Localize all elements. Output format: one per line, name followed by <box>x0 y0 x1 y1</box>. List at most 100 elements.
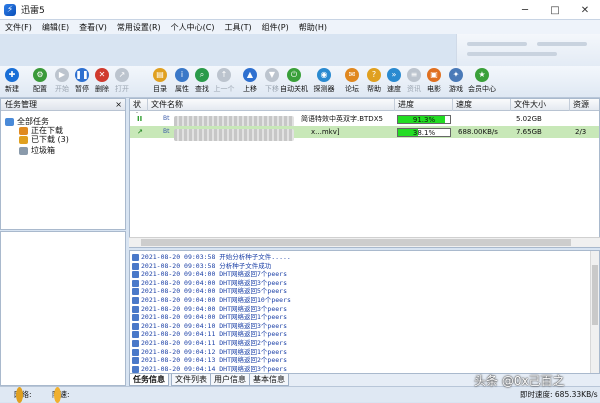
menu-bar: 文件(F) 编辑(E) 查看(V) 常用设置(R) 个人中心(C) 工具(T) … <box>0 20 600 34</box>
task-speed: 688.00KB/s <box>458 128 498 136</box>
new-task-icon: ✚ <box>5 68 19 82</box>
up-icon: ↑ <box>217 68 231 82</box>
log-info-icon <box>132 322 139 330</box>
task-size: 5.02GB <box>516 115 542 123</box>
progress-text: 38.1% <box>412 129 436 137</box>
toolbar-button-label: 新建 <box>5 85 19 93</box>
move-up-icon: ▲ <box>243 68 257 82</box>
log-info-icon <box>132 340 139 347</box>
tab-1[interactable]: 文件列表 <box>171 374 211 386</box>
menu-view[interactable]: 查看(V) <box>74 22 112 33</box>
column-header-4[interactable]: 文件大小 <box>511 99 570 111</box>
column-header-5[interactable]: 资源 <box>570 99 599 111</box>
task-panel-header: 任务管理 × <box>1 99 125 111</box>
toolbar-button-6[interactable]: ▤ 目录 <box>150 68 170 94</box>
tab-2[interactable]: 用户信息 <box>210 374 250 386</box>
log-info-icon <box>132 297 139 304</box>
toolbar-button-label: 探测器 <box>313 85 335 93</box>
toolbar-button-5[interactable]: ↗ 打开 <box>112 68 132 94</box>
maximize-icon: □ <box>550 4 560 16</box>
progress-bar: 91.3% <box>397 115 451 124</box>
menu-edit[interactable]: 编辑(E) <box>37 22 74 33</box>
trash-icon <box>19 146 28 155</box>
start-icon: ▶ <box>55 68 69 82</box>
task-speed <box>455 113 511 125</box>
game-icon: ✦ <box>449 68 463 82</box>
config-icon: ⚙ <box>33 68 47 82</box>
all-tasks-icon <box>5 117 14 126</box>
minimize-button[interactable]: ─ <box>510 0 540 20</box>
pause-icon: ❚❚ <box>75 68 89 82</box>
forum-icon: ✉ <box>345 68 359 82</box>
menu-plugins[interactable]: 组件(P) <box>257 22 294 33</box>
open-icon: ↗ <box>115 68 129 82</box>
toolbar-button-20[interactable]: ★ 会员中心 <box>468 68 496 94</box>
toolbar-button-12[interactable]: ⏻ 自动关机 <box>280 68 308 94</box>
detector-icon: ◉ <box>317 68 331 82</box>
instant-speed: 即时速度: 685.33KB/s <box>520 390 598 399</box>
toolbar-button-18[interactable]: ▣ 电影 <box>424 68 444 94</box>
toolbar-button-11[interactable]: ▼ 下移 <box>262 68 282 94</box>
task-panel-close-button[interactable]: × <box>115 99 122 111</box>
maximize-button[interactable]: □ <box>540 0 570 20</box>
log-info-icon <box>132 254 139 261</box>
toolbar-button-19[interactable]: ✦ 游戏 <box>446 68 466 94</box>
task-row[interactable]: ↗ Bt x...mkv] 38.1% 688.00KB/s 7.65GB 2/3 <box>130 126 599 141</box>
search-icon: ⌕ <box>195 68 209 82</box>
shutdown-icon: ⏻ <box>287 68 301 82</box>
log-info-icon <box>132 348 139 356</box>
log-text: 2021-08-20 09:04:14 DHT网络返回3个peers <box>141 364 287 373</box>
thunder-logo-icon: ⚡ <box>4 3 16 16</box>
toolbar-button-8[interactable]: ⌕ 查找 <box>192 68 212 94</box>
task-list-header: 状态文件名称进度速度文件大小资源 <box>130 99 599 121</box>
tree-item-3[interactable]: 垃圾箱 <box>19 145 55 156</box>
log-info-icon <box>132 305 139 313</box>
menu-settings[interactable]: 常用设置(R) <box>112 22 166 33</box>
column-header-3[interactable]: 速度 <box>453 99 511 111</box>
toolbar-button-9[interactable]: ↑ 上一个 <box>214 68 235 94</box>
toolbar-button-label: 游戏 <box>449 85 463 93</box>
log-info-icon <box>132 271 139 279</box>
column-header-2[interactable]: 进度 <box>395 99 453 111</box>
toolbar-button-0[interactable]: ✚ 新建 <box>2 68 22 94</box>
toolbar-button-label: 自动关机 <box>280 85 308 93</box>
toolbar-button-14[interactable]: ✉ 论坛 <box>342 68 362 94</box>
watermark: 头条 @0x己百之 <box>474 374 565 388</box>
info-panel <box>0 231 126 386</box>
progress-bar: 38.1% <box>397 128 451 137</box>
toolbar-button-13[interactable]: ◉ 探测器 <box>314 68 335 94</box>
toolbar-button-1[interactable]: ⚙ 配置 <box>30 68 50 94</box>
column-header-1[interactable]: 文件名称 <box>148 99 395 111</box>
tab-0[interactable]: 任务信息 <box>129 374 169 386</box>
log-scrollbar[interactable] <box>590 251 599 373</box>
ad-banner[interactable] <box>456 34 600 66</box>
delete-icon: ✕ <box>95 68 109 82</box>
menu-file[interactable]: 文件(F) <box>0 22 37 33</box>
log-info-icon <box>132 288 139 296</box>
column-header-0[interactable]: 状态 <box>130 99 148 121</box>
filename-redacted <box>174 129 294 141</box>
task-size: 7.65GB <box>516 128 542 136</box>
menu-personal[interactable]: 个人中心(C) <box>166 22 220 33</box>
folder-icon: ▤ <box>153 68 167 82</box>
task-resources: 2/3 <box>575 128 587 136</box>
close-button[interactable]: ✕ <box>570 0 600 20</box>
bt-file-icon: Bt <box>163 115 170 122</box>
task-list-hscroll[interactable] <box>129 237 600 247</box>
network-status-icon <box>16 387 23 403</box>
progress-text: 91.3% <box>412 116 436 124</box>
toolbar-button-10[interactable]: ▲ 上移 <box>240 68 260 94</box>
log-info-icon <box>132 262 139 270</box>
task-filename: 简语特效中英双字.BTDX5 <box>301 115 383 123</box>
tab-3[interactable]: 基本信息 <box>249 374 289 386</box>
menu-help[interactable]: 帮助(H) <box>294 22 332 33</box>
tree-item-2[interactable]: 已下载 (3) <box>19 134 69 145</box>
task-list: 状态文件名称进度速度文件大小资源 II Bt 简语特效中英双字.BTDX5 91.3%… <box>129 98 600 248</box>
news-icon: ≡ <box>407 68 421 82</box>
minimize-icon: ─ <box>521 4 529 16</box>
task-row[interactable]: II Bt 简语特效中英双字.BTDX5 91.3% 5.02GB <box>130 113 599 128</box>
tree-item-label: 垃圾箱 <box>31 146 55 155</box>
task-filename: x...mkv] <box>311 128 340 136</box>
help-icon: ? <box>367 68 381 82</box>
menu-tools[interactable]: 工具(T) <box>220 22 257 33</box>
